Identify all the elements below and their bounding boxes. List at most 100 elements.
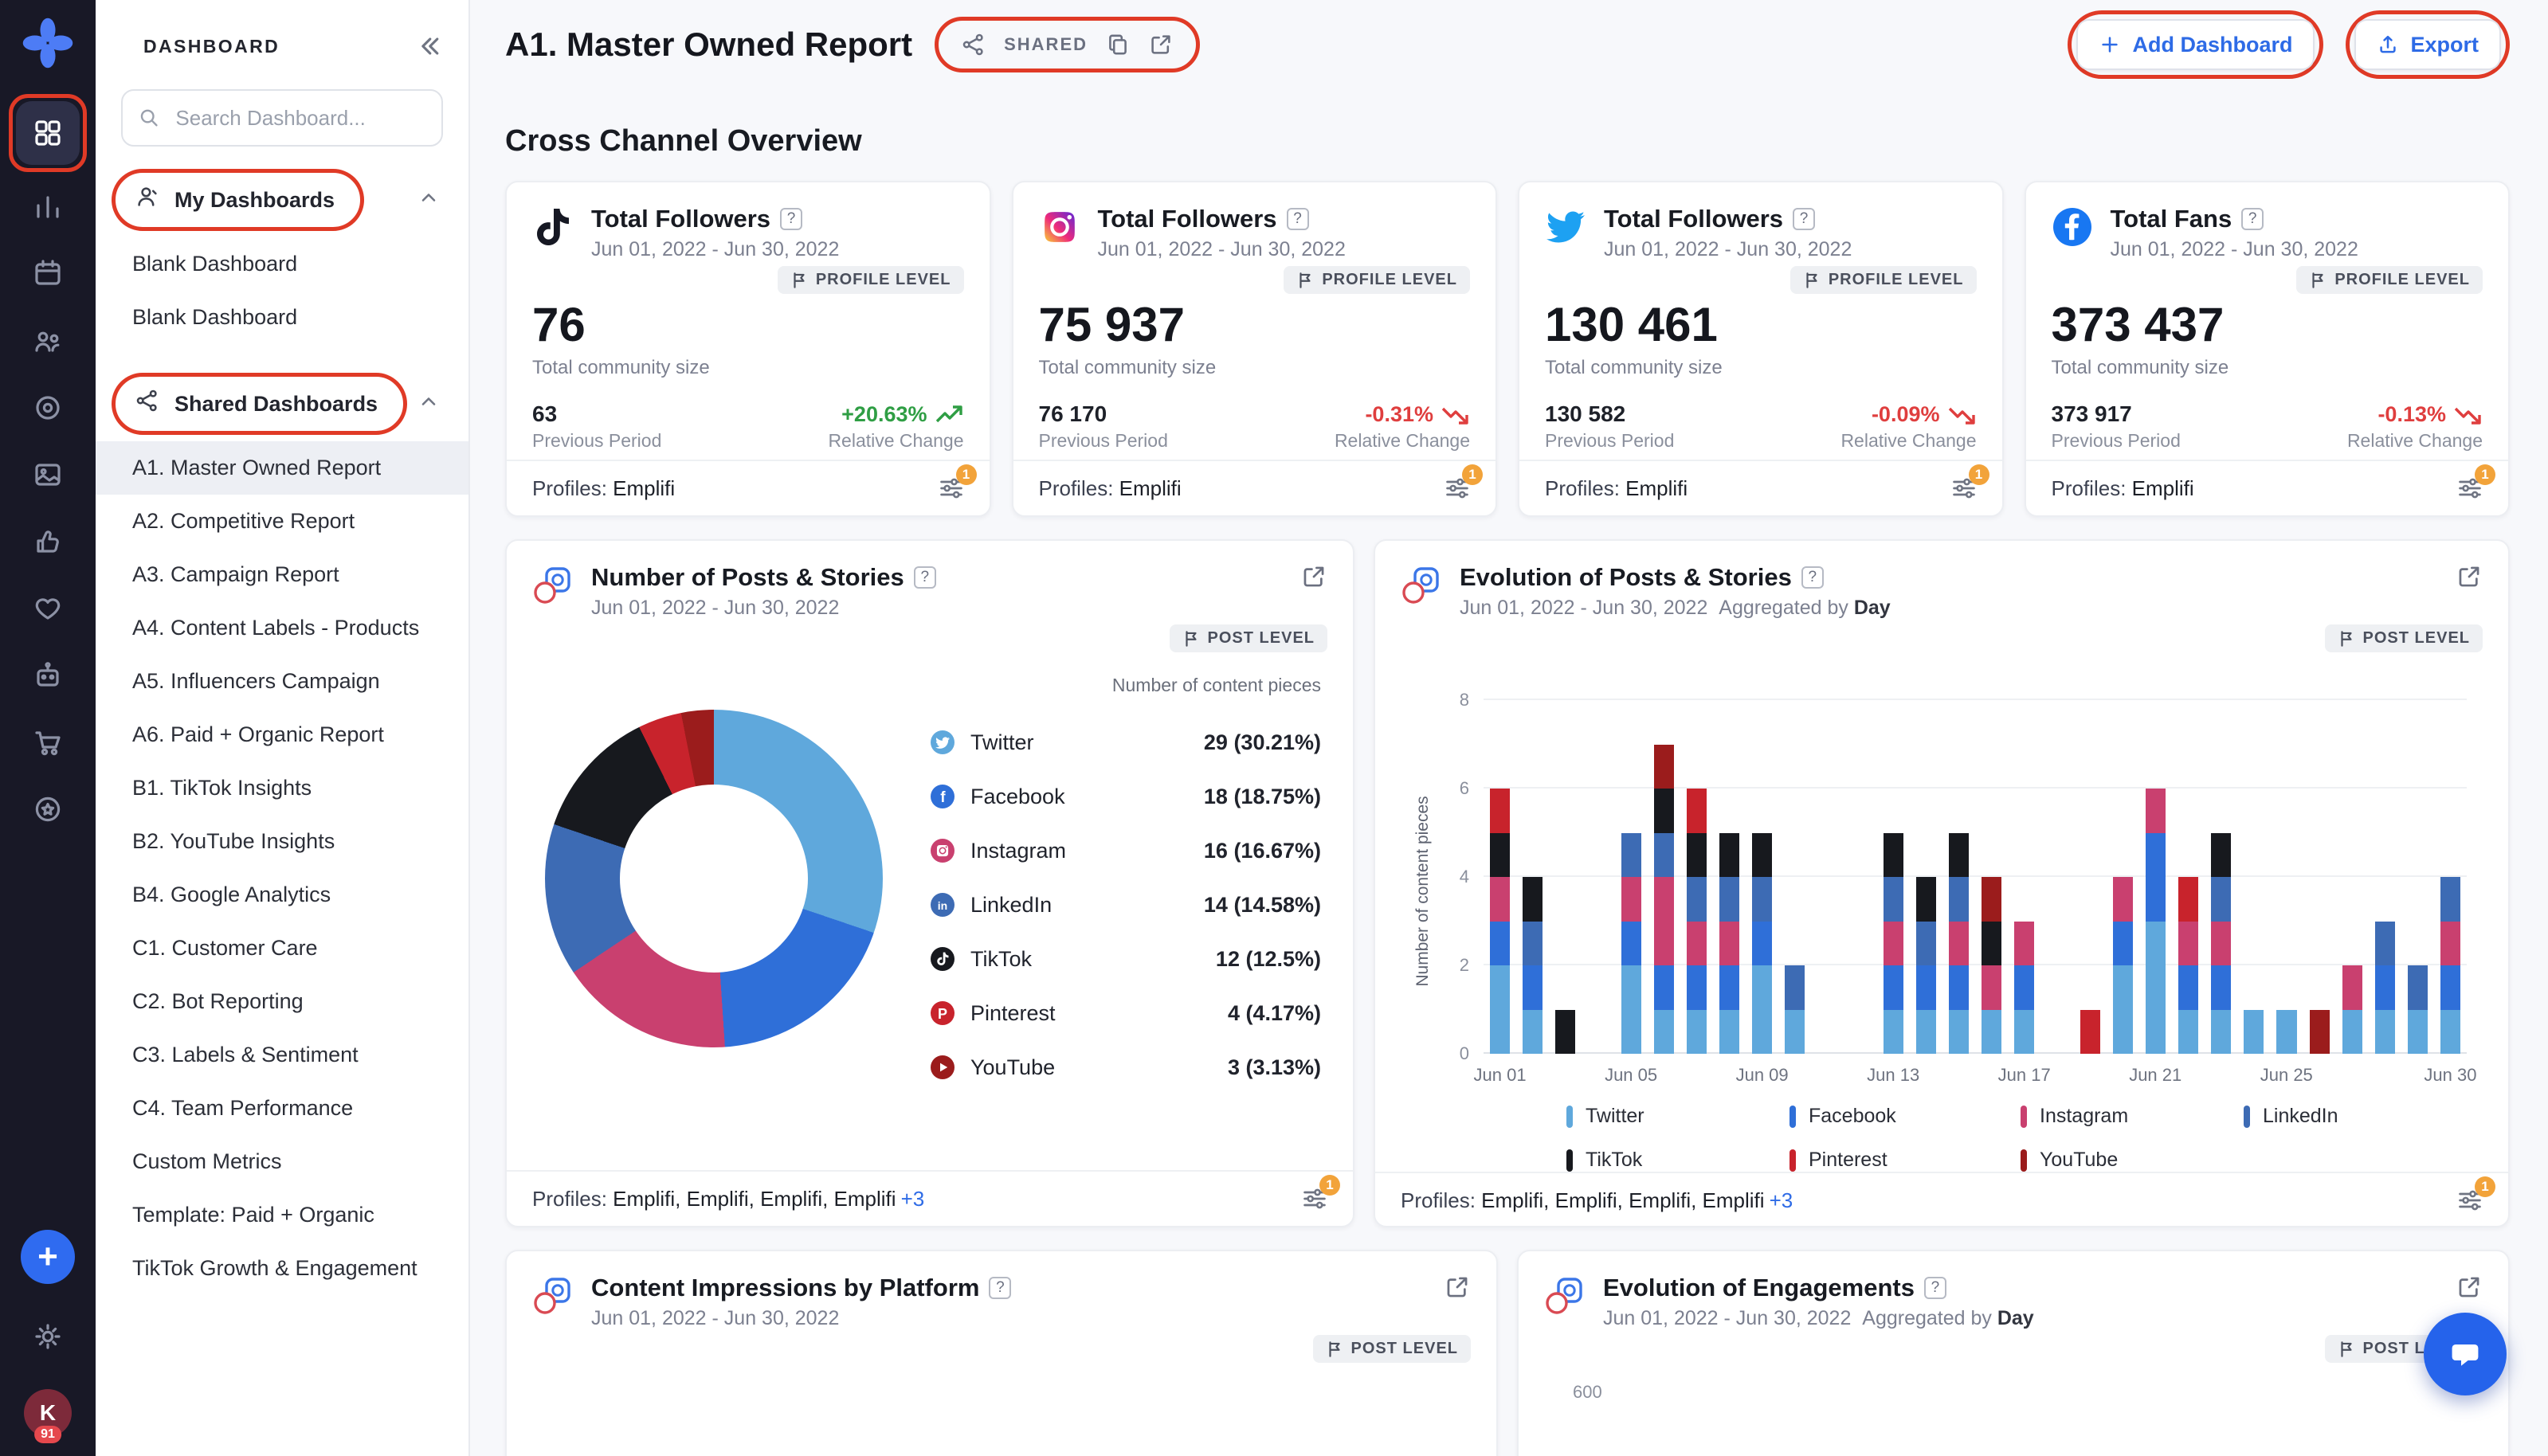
sidebar-item-selected[interactable]: A1. Master Owned Report [96,441,468,495]
sidebar-item[interactable]: A2. Competitive Report [96,495,468,548]
dashboard-sidebar: DASHBOARD My Dashboards Blank Dashboard … [96,0,470,1456]
dashboard-search[interactable] [121,89,443,147]
legend-item[interactable]: Pinterest [1789,1149,2021,1172]
help-icon[interactable]: ? [2241,208,2264,230]
open-external-icon[interactable] [1444,1274,1471,1301]
rail-item-premium[interactable] [16,777,80,841]
page-title: A1. Master Owned Report [505,25,913,63]
chat-launcher[interactable] [2424,1313,2507,1395]
person-icon [135,184,160,216]
notification-badge: 91 [34,1426,61,1443]
legend-item[interactable]: Twitter [1566,1105,1789,1128]
create-button[interactable]: + [21,1230,75,1284]
gear-icon [35,1324,61,1349]
rail-item-dashboard[interactable] [16,101,80,165]
sidebar-item[interactable]: C4. Team Performance [96,1082,468,1135]
profiles-value: Emplifi, Emplifi, Emplifi, Emplifi [613,1186,896,1211]
sidebar-item[interactable]: Custom Metrics [96,1135,468,1188]
kpi-value: 130 461 [1545,298,1718,351]
color-chip [1566,1149,1573,1172]
chevron-up-icon[interactable] [417,389,440,419]
sidebar-item[interactable]: B2. YouTube Insights [96,815,468,868]
more-profiles-link[interactable]: +3 [901,1187,925,1211]
legend-item-linkedin[interactable]: in LinkedIn 14 (14.58%) [931,878,1321,932]
rail-item-engagement[interactable] [16,510,80,573]
sidebar-item[interactable]: C3. Labels & Sentiment [96,1028,468,1082]
rail-item-community[interactable] [16,309,80,373]
multi-network-icon [532,565,574,606]
rail-item-publisher[interactable] [16,242,80,306]
open-external-icon[interactable] [1300,563,1327,590]
chevron-up-icon[interactable] [417,186,440,215]
sidebar-item[interactable]: A6. Paid + Organic Report [96,708,468,761]
rail-item-care[interactable] [16,577,80,640]
twitter-icon [1545,206,1586,248]
sidebar-item[interactable]: TikTok Growth & Engagement [96,1242,468,1295]
rail-item-settings[interactable] [16,1305,80,1368]
rail-item-analytics[interactable] [16,175,80,239]
filter-icon[interactable]: 1 [1951,464,1989,501]
chart-title: Number of Posts & Stories [591,563,904,591]
filter-icon[interactable]: 1 [1302,1175,1340,1211]
bar-Jun 19 [2080,700,2100,1054]
sidebar-item[interactable]: A4. Content Labels - Products [96,601,468,655]
legend-item[interactable]: Instagram [2021,1105,2244,1128]
open-external-icon[interactable] [1148,32,1174,57]
copy-icon[interactable] [1105,32,1131,57]
open-external-icon[interactable] [2456,1274,2483,1301]
posts-stories-evolution-card: Evolution of Posts & Stories? Jun 01, 20… [1374,539,2510,1227]
bar-Jun 27 [2342,700,2362,1054]
legend-item-youtube[interactable]: YouTube 3 (3.13%) [931,1040,1321,1094]
open-external-icon[interactable] [2456,563,2483,590]
help-icon[interactable]: ? [1923,1277,1946,1299]
sidebar-item[interactable]: Blank Dashboard [96,237,468,291]
bar-columns [1484,700,2467,1054]
sidebar-item[interactable]: C2. Bot Reporting [96,975,468,1028]
legend-item-pinterest[interactable]: P Pinterest 4 (4.17%) [931,986,1321,1040]
bar-Jun 16 [1982,700,2002,1054]
rail-item-bot[interactable] [16,644,80,707]
help-icon[interactable]: ? [1286,208,1309,230]
help-icon[interactable]: ? [1793,208,1816,230]
legend-item[interactable]: Facebook [1789,1105,2021,1128]
sidebar-item[interactable]: A5. Influencers Campaign [96,655,468,708]
rail-item-commerce[interactable] [16,710,80,774]
profile-level-badge: PROFILE LEVEL [1284,266,1470,294]
tiktok-icon [532,206,574,248]
legend-item[interactable]: YouTube [2021,1149,2244,1172]
sidebar-item[interactable]: B4. Google Analytics [96,868,468,922]
flag-icon [1185,630,1197,647]
avatar[interactable]: K 91 [24,1389,72,1443]
help-icon[interactable]: ? [913,566,936,589]
help-icon[interactable]: ? [1801,566,1824,589]
change-value: +20.63% [841,402,927,426]
section-shared-dashboards[interactable]: Shared Dashboards [96,366,468,441]
sidebar-item[interactable]: Blank Dashboard [96,291,468,344]
sidebar-item[interactable]: B1. TikTok Insights [96,761,468,815]
section-my-dashboards[interactable]: My Dashboards [96,162,468,237]
filter-icon[interactable]: 1 [1445,464,1483,501]
legend-item[interactable]: LinkedIn [2244,1105,2467,1128]
legend-item-instagram[interactable]: Instagram 16 (16.67%) [931,824,1321,878]
filter-icon[interactable]: 1 [939,464,977,501]
help-icon[interactable]: ? [780,208,803,230]
bar-Jun 01 [1490,700,1511,1054]
collapse-sidebar-icon[interactable] [414,32,443,61]
legend-item[interactable]: TikTok [1566,1149,1789,1172]
legend-item-tiktok[interactable]: TikTok 12 (12.5%) [931,932,1321,986]
rail-item-listening[interactable] [16,376,80,440]
color-chip [1789,1105,1796,1128]
add-dashboard-button[interactable]: Add Dashboard [2076,19,2315,70]
sidebar-item[interactable]: C1. Customer Care [96,922,468,975]
filter-icon[interactable]: 1 [2457,464,2495,501]
more-profiles-link[interactable]: +3 [1770,1188,1793,1212]
filter-icon[interactable]: 1 [2457,1176,2495,1213]
help-icon[interactable]: ? [989,1277,1012,1299]
legend-item-twitter[interactable]: Twitter 29 (30.21%) [931,715,1321,769]
legend-item-facebook[interactable]: f Facebook 18 (18.75%) [931,769,1321,824]
sidebar-item[interactable]: Template: Paid + Organic [96,1188,468,1242]
sidebar-item[interactable]: A3. Campaign Report [96,548,468,601]
export-button[interactable]: Export [2354,19,2501,70]
rail-item-content[interactable] [16,443,80,507]
search-input[interactable] [172,104,425,132]
